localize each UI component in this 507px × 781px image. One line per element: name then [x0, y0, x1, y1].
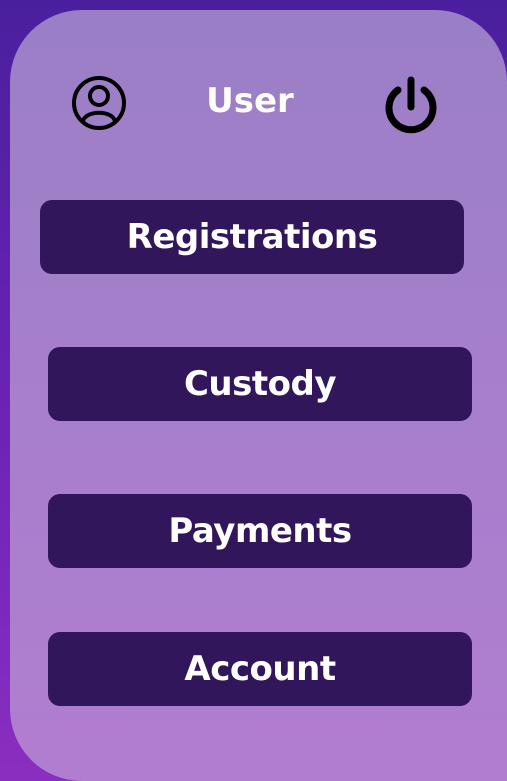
payments-button[interactable]: Payments [48, 494, 472, 568]
user-title: User [206, 81, 294, 121]
registrations-button[interactable]: Registrations [40, 200, 464, 274]
account-button[interactable]: Account [48, 632, 472, 706]
custody-button[interactable]: Custody [48, 347, 472, 421]
panel-header: User [0, 0, 507, 200]
user-circle-icon[interactable] [71, 75, 127, 131]
power-icon[interactable] [378, 74, 444, 138]
